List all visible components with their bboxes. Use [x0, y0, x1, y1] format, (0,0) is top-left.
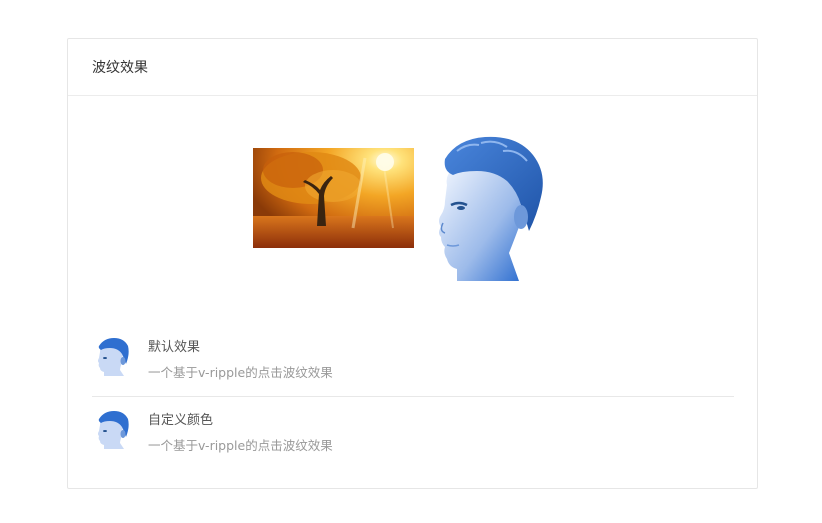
list-item-title: 自定义颜色 — [148, 413, 214, 428]
list-item-subtitle: 一个基于v-ripple的点击波纹效果 — [148, 438, 333, 453]
list-item[interactable]: 自定义颜色 一个基于v-ripple的点击波纹效果 — [92, 396, 734, 468]
ripple-card: 波纹效果 默认效果 一个基于v-ripple的点击波纹效果 自定义颜色 一个基于… — [67, 38, 758, 489]
autumn-forest-image[interactable] — [253, 148, 414, 248]
avatar — [98, 411, 129, 449]
card-header: 波纹效果 — [68, 39, 757, 96]
ripple-list: 默认效果 一个基于v-ripple的点击波纹效果 自定义颜色 一个基于v-rip… — [92, 324, 734, 468]
blue-portrait-image[interactable] — [437, 135, 549, 281]
list-item[interactable]: 默认效果 一个基于v-ripple的点击波纹效果 — [92, 324, 734, 396]
ripple-demo-images — [253, 135, 563, 285]
card-title: 波纹效果 — [92, 60, 148, 76]
avatar — [98, 338, 129, 376]
list-item-subtitle: 一个基于v-ripple的点击波纹效果 — [148, 365, 333, 380]
list-item-title: 默认效果 — [148, 340, 201, 355]
